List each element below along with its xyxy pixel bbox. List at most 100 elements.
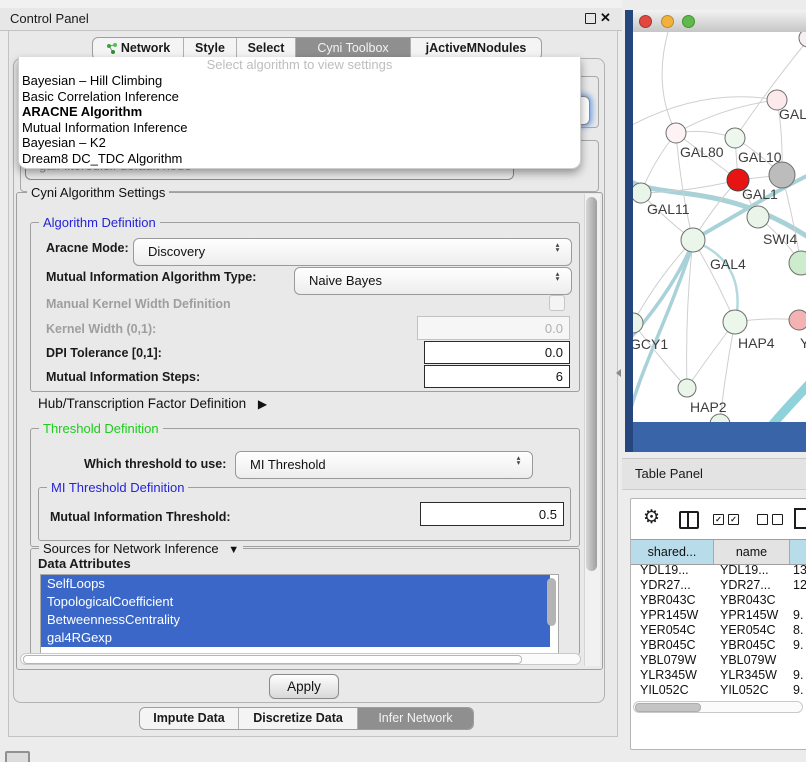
minimized-panel-button[interactable] xyxy=(5,751,30,762)
settings-scrollbar-thumb[interactable] xyxy=(586,197,597,571)
popup-item-selected[interactable]: ARACNE Algorithm xyxy=(19,104,580,120)
kernel-width-field[interactable] xyxy=(417,316,570,340)
which-threshold-label: Which threshold to use: xyxy=(84,457,226,471)
table-row[interactable]: YER054CYER054C8. xyxy=(631,623,806,638)
list-scrollbar-thumb[interactable] xyxy=(547,578,556,626)
node-gal11[interactable] xyxy=(633,183,651,203)
list-item[interactable]: gal4RGexp xyxy=(41,629,550,647)
table-row[interactable]: YDR27...YDR27...12 xyxy=(631,578,806,593)
node-label: GAL xyxy=(779,106,806,122)
chevron-updown-icon: ▴▾ xyxy=(514,455,523,465)
column-header[interactable]: name xyxy=(714,540,790,564)
mi-steps-field[interactable] xyxy=(424,365,570,388)
close-icon[interactable]: ✕ xyxy=(600,10,611,26)
tab-infer-network[interactable]: Infer Network xyxy=(357,708,473,729)
list-item[interactable]: BetweennessCentrality xyxy=(41,611,550,629)
node-partial-top[interactable] xyxy=(799,32,806,47)
tab-impute-data[interactable]: Impute Data xyxy=(140,708,238,729)
tab-discretize-data[interactable]: Discretize Data xyxy=(238,708,357,729)
settings-hscrollbar-thumb[interactable] xyxy=(23,655,522,664)
table-row[interactable]: YIL052CYIL052C9. xyxy=(631,683,806,696)
gear-icon[interactable]: ⚙ xyxy=(643,506,660,529)
node-label: Y xyxy=(800,335,806,351)
aracne-mode-combo[interactable]: Discovery ▴▾ xyxy=(133,238,572,266)
table-row[interactable]: YPR145WYPR145W9. xyxy=(631,608,806,623)
manual-kernel-checkbox[interactable] xyxy=(549,295,565,311)
popup-item[interactable]: Mutual Information Inference xyxy=(19,120,580,136)
node-label: HAP4 xyxy=(738,335,775,351)
expand-down-icon[interactable]: ▼ xyxy=(228,544,239,556)
popup-item[interactable]: Bayesian – Hill Climbing xyxy=(19,73,580,89)
tab-jactivemnodules[interactable]: jActiveMNodules xyxy=(410,38,541,59)
table-hscrollbar-thumb[interactable] xyxy=(635,703,701,712)
bottom-tabbar: Impute Data Discretize Data Infer Networ… xyxy=(139,707,474,730)
node-partial-bottom[interactable] xyxy=(710,414,730,422)
float-window-icon[interactable] xyxy=(585,13,596,24)
network-view-canvas[interactable]: GAL GAL80 GAL10 GAL1 GAL11 SWI4 GAL4 GCY… xyxy=(633,32,806,422)
screen: Control Panel ✕ Network Style Select Cyn… xyxy=(0,0,806,762)
tab-style[interactable]: Style xyxy=(183,38,236,59)
traffic-minimize-icon[interactable] xyxy=(661,15,674,28)
node-gal10[interactable] xyxy=(725,128,745,148)
tab-network[interactable]: Network xyxy=(93,38,183,59)
table-panel-card: ⚙ ✓✓ shared... name YDL19...YDL19...13 Y… xyxy=(630,498,806,750)
select-none-icon[interactable] xyxy=(757,514,783,525)
node-label: GCY1 xyxy=(633,336,668,352)
mi-threshold-label: Mutual Information Threshold: xyxy=(50,510,231,524)
settings-hscrollbar-track[interactable] xyxy=(20,653,581,665)
node-gcy1[interactable] xyxy=(633,313,643,333)
mi-threshold-field[interactable] xyxy=(420,502,564,526)
network-tab-icon xyxy=(106,42,118,54)
algorithm-definition-title: Algorithm Definition xyxy=(39,215,160,230)
settings-group-title: Cyni Algorithm Settings xyxy=(27,185,169,200)
aracne-mode-label: Aracne Mode: xyxy=(46,241,129,255)
collapse-right-icon[interactable]: ▶ xyxy=(258,397,267,411)
node-pink[interactable] xyxy=(789,310,806,330)
threshold-definition-title: Threshold Definition xyxy=(39,421,163,436)
node-label: HAP2 xyxy=(690,399,727,415)
dpi-tolerance-field[interactable] xyxy=(424,341,570,364)
popup-item[interactable]: Dream8 DC_TDC Algorithm xyxy=(19,151,580,167)
node-label: GAL1 xyxy=(742,186,778,202)
select-all-icon[interactable]: ✓✓ xyxy=(713,514,739,525)
node-label: GAL80 xyxy=(680,144,724,160)
mi-type-combo[interactable]: Naive Bayes ▴▾ xyxy=(294,267,572,295)
traffic-close-icon[interactable] xyxy=(639,15,652,28)
network-window-titlebar[interactable] xyxy=(633,10,806,33)
node-gal4[interactable] xyxy=(681,228,705,252)
column-header[interactable]: shared... xyxy=(631,540,714,564)
document-icon[interactable] xyxy=(794,508,806,529)
table-row[interactable]: YLR345WYLR345W9. xyxy=(631,668,806,683)
list-item[interactable]: SelfLoops xyxy=(41,575,550,593)
table-hscrollbar-track[interactable] xyxy=(633,701,803,713)
node-swi4[interactable] xyxy=(747,206,769,228)
list-item[interactable]: TopologicalCoefficient xyxy=(41,593,550,611)
popup-item[interactable]: Basic Correlation Inference xyxy=(19,89,580,105)
hub-definition-row[interactable]: Hub/Transcription Factor Definition ▶ xyxy=(38,396,267,411)
table-row[interactable]: YBL079WYBL079W xyxy=(631,653,806,668)
splitter-grip[interactable] xyxy=(616,369,621,377)
traffic-zoom-icon[interactable] xyxy=(682,15,695,28)
node-gray[interactable] xyxy=(769,162,795,188)
popup-item[interactable]: Bayesian – K2 xyxy=(19,135,580,151)
tab-select[interactable]: Select xyxy=(236,38,295,59)
split-columns-icon[interactable] xyxy=(679,511,699,529)
table-row[interactable]: YBR045CYBR045C9. xyxy=(631,638,806,653)
tab-cyni-toolbox[interactable]: Cyni Toolbox xyxy=(295,38,410,59)
window-title: Control Panel xyxy=(10,11,89,26)
node-gal80[interactable] xyxy=(666,123,686,143)
which-threshold-combo[interactable]: MI Threshold ▴▾ xyxy=(235,451,533,479)
chevron-updown-icon: ▴▾ xyxy=(553,242,562,252)
node-hap4[interactable] xyxy=(723,310,747,334)
node-green[interactable] xyxy=(789,251,806,275)
table-panel-titlebar: Table Panel xyxy=(622,458,806,490)
table-row[interactable]: YBR043CYBR043C xyxy=(631,593,806,608)
table-rows: YDL19...YDL19...13 YDR27...YDR27...12 YB… xyxy=(631,563,806,696)
apply-button[interactable]: Apply xyxy=(269,674,339,699)
node-hap2[interactable] xyxy=(678,379,696,397)
dpi-tolerance-label: DPI Tolerance [0,1]: xyxy=(46,346,162,360)
data-attributes-label: Data Attributes xyxy=(38,556,131,571)
chevron-updown-icon: ▴▾ xyxy=(553,271,562,281)
table-row[interactable]: YDL19...YDL19...13 xyxy=(631,563,806,578)
column-header[interactable] xyxy=(790,540,806,564)
